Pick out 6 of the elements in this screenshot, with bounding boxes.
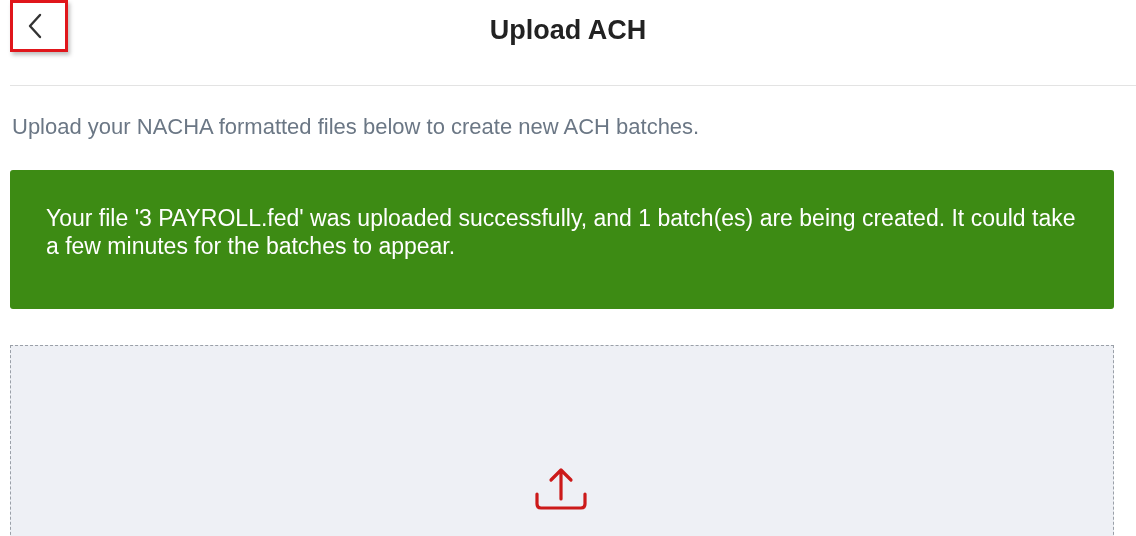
success-message: Your file '3 PAYROLL.fed' was uploaded successfully, and 1 batch(es) are being created. It could take a few minutes for the batches to appear.	[46, 204, 1077, 260]
page-title: Upload ACH	[489, 15, 648, 46]
intro-text: Upload your NACHA formatted files below to create new ACH batches.	[12, 114, 701, 140]
upload-icon	[534, 466, 590, 510]
chevron-left-icon	[27, 13, 43, 39]
back-button[interactable]	[10, 0, 68, 52]
